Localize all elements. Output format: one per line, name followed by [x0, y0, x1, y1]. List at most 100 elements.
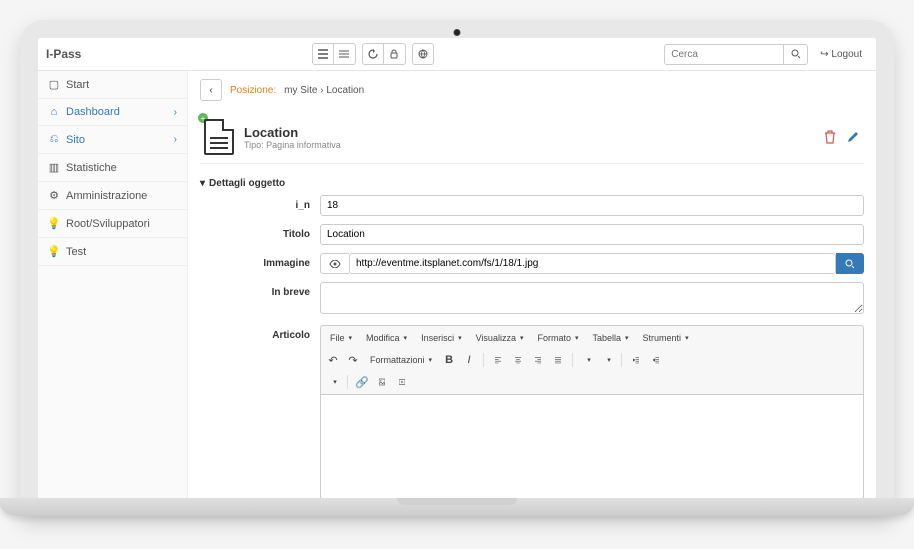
eye-addon[interactable] — [320, 253, 349, 274]
doc-icon-wrap: + — [204, 119, 234, 155]
italic-button[interactable]: I — [460, 351, 478, 369]
search-input[interactable] — [664, 44, 784, 65]
chevron-right-icon: › — [174, 134, 177, 145]
section-title: Dettagli oggetto — [209, 178, 285, 189]
format-dropdown[interactable]: Formattazioni▾ — [364, 351, 438, 369]
menu-button[interactable] — [334, 43, 356, 65]
row-inbreve: In breve — [200, 282, 864, 317]
label-in: i_n — [200, 195, 320, 211]
image-input-group — [320, 253, 864, 274]
bulb-icon: 💡 — [48, 245, 60, 258]
label-articolo: Articolo — [200, 325, 320, 341]
page-subtitle: Tipo: Pagina informativa — [244, 140, 341, 150]
topbar-group-2 — [362, 43, 406, 65]
redo-button[interactable]: ↷ — [344, 351, 362, 369]
trackpad-notch — [397, 498, 517, 505]
sitemap-icon: ⎌ — [48, 133, 60, 146]
section-toggle[interactable]: ▾ Dettagli oggetto — [200, 172, 864, 195]
header-actions — [824, 130, 860, 144]
sidebar-item-amministrazione[interactable]: ⚙ Amministrazione — [38, 182, 187, 210]
breadcrumb-path: my Site › Location — [284, 85, 364, 96]
sidebar-item-label: Statistiche — [66, 162, 117, 174]
laptop-frame: I-Pass — [20, 20, 894, 516]
sidebar: ▢ Start ⌂ Dashboard › ⎌ Sito › ▥ Statist… — [38, 71, 188, 498]
main-content: ‹ Posizione: my Site › Location + Locati… — [188, 71, 876, 498]
lock-button[interactable] — [384, 43, 406, 65]
row-titolo: Titolo — [200, 224, 864, 245]
edit-button[interactable] — [846, 130, 860, 144]
bullet-list-button[interactable]: ▾ — [578, 351, 596, 369]
sidebar-item-sito[interactable]: ⎌ Sito › — [38, 126, 187, 154]
editor-toolbar: File▾ Modifica▾ Inserisci▾ Visualizza▾ F… — [320, 325, 864, 394]
align-justify-button[interactable] — [549, 351, 567, 369]
row-in: i_n — [200, 195, 864, 216]
back-button[interactable]: ‹ — [200, 79, 222, 101]
breadcrumb-label: Posizione: — [230, 85, 276, 96]
table-button[interactable]: ▾ — [324, 373, 342, 391]
topbar-group-1 — [312, 43, 356, 65]
editor-body[interactable] — [320, 394, 864, 498]
screen: I-Pass — [38, 38, 876, 498]
image-search-button[interactable] — [836, 253, 864, 274]
label-titolo: Titolo — [200, 224, 320, 240]
globe-button[interactable] — [412, 43, 434, 65]
chevron-right-icon: › — [174, 107, 177, 118]
label-inbreve: In breve — [200, 282, 320, 298]
menu-file[interactable]: File▾ — [324, 329, 358, 347]
sidebar-item-label: Dashboard — [66, 106, 120, 118]
laptop-base — [0, 498, 914, 516]
search-button[interactable] — [784, 44, 808, 65]
barchart-icon: ▥ — [48, 161, 60, 174]
logout-link[interactable]: ↪ Logout — [814, 45, 868, 64]
image-button[interactable] — [373, 373, 391, 391]
delete-button[interactable] — [824, 130, 836, 144]
logout-label: Logout — [831, 49, 862, 60]
menu-inserisci[interactable]: Inserisci▾ — [415, 329, 468, 347]
page-header: + Location Tipo: Pagina informativa — [200, 111, 864, 164]
sidebar-item-start[interactable]: ▢ Start — [38, 71, 187, 99]
sidebar-item-root[interactable]: 💡 Root/Sviluppatori — [38, 210, 187, 238]
menu-modifica[interactable]: Modifica▾ — [360, 329, 413, 347]
menu-formato[interactable]: Formato▾ — [531, 329, 584, 347]
bold-button[interactable]: B — [440, 351, 458, 369]
sidebar-item-label: Amministrazione — [66, 190, 147, 202]
menu-tabella[interactable]: Tabella▾ — [587, 329, 635, 347]
chevron-down-icon: ▾ — [200, 178, 205, 189]
row-immagine: Immagine — [200, 253, 864, 274]
sidebar-item-label: Start — [66, 79, 89, 91]
number-list-button[interactable]: 123▾ — [598, 351, 616, 369]
media-button[interactable] — [393, 373, 411, 391]
document-icon — [204, 119, 234, 155]
sidebar-item-label: Test — [66, 246, 86, 258]
search-wrap — [664, 44, 808, 65]
menu-strumenti[interactable]: Strumenti▾ — [637, 329, 695, 347]
sidebar-item-statistiche[interactable]: ▥ Statistiche — [38, 154, 187, 182]
monitor-icon: ▢ — [48, 78, 60, 91]
input-inbreve[interactable] — [320, 282, 864, 314]
indent-button[interactable] — [647, 351, 665, 369]
input-in[interactable] — [320, 195, 864, 216]
home-icon: ⌂ — [48, 106, 60, 118]
sidebar-item-test[interactable]: 💡 Test — [38, 238, 187, 266]
sidebar-item-label: Sito — [66, 134, 85, 146]
outdent-button[interactable] — [627, 351, 645, 369]
breadcrumb: ‹ Posizione: my Site › Location — [200, 79, 864, 101]
brand: I-Pass — [46, 47, 81, 61]
link-button[interactable]: 🔗 — [353, 373, 371, 391]
sidebar-item-dashboard[interactable]: ⌂ Dashboard › — [38, 99, 187, 126]
menu-visualizza[interactable]: Visualizza▾ — [470, 329, 530, 347]
topbar: I-Pass — [38, 38, 876, 71]
align-center-button[interactable] — [509, 351, 527, 369]
undo-button[interactable]: ↶ — [324, 351, 342, 369]
input-titolo[interactable] — [320, 224, 864, 245]
title-block: Location Tipo: Pagina informativa — [244, 125, 341, 150]
list-button[interactable] — [312, 43, 334, 65]
logout-icon: ↪ — [820, 49, 828, 60]
row-articolo: Articolo File▾ Modifica▾ Inserisci▾ Visu… — [200, 325, 864, 498]
input-immagine[interactable] — [349, 253, 836, 274]
align-left-button[interactable] — [489, 351, 507, 369]
camera-dot — [454, 29, 461, 36]
refresh-button[interactable] — [362, 43, 384, 65]
page-title: Location — [244, 125, 341, 140]
align-right-button[interactable] — [529, 351, 547, 369]
